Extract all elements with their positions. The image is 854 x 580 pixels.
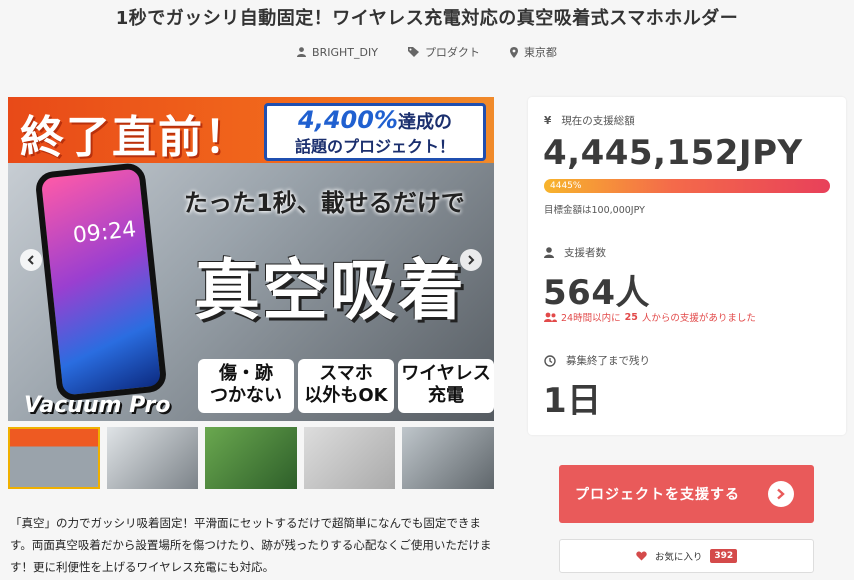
- user-icon: [297, 47, 307, 57]
- stats-panel: ¥ 現在の支援総額 4,445,152JPY 4445% 目標金額は100,00…: [528, 97, 846, 435]
- product-name: Vacuum Pro: [24, 393, 171, 418]
- progress-text: 4445%: [550, 181, 582, 191]
- remaining-label: 募集終了まで残り: [566, 355, 650, 367]
- meta-location[interactable]: 東京都: [509, 44, 557, 60]
- badge-number: 4,400%: [298, 106, 398, 134]
- favorite-count-badge: 392: [710, 549, 738, 563]
- total-label: 現在の支援総額: [561, 115, 635, 127]
- users-icon: [544, 312, 557, 322]
- goal-text: 目標金額は100,000JPY: [544, 205, 645, 216]
- progress-bar: 4445%: [544, 179, 830, 193]
- support-button-label: プロジェクトを支援する: [575, 487, 740, 503]
- total-label-row: ¥ 現在の支援総額: [544, 113, 635, 128]
- hero-image[interactable]: 終了直前！ 4,400%達成の 話題のプロジェクト！ 09:24 たった1秒、載…: [8, 97, 494, 421]
- thumbnail-4[interactable]: [303, 427, 396, 489]
- feature-box-1: 傷・跡 つかない: [198, 359, 294, 413]
- remaining-label-row: 募集終了まで残り: [544, 353, 650, 368]
- backers-label-row: 支援者数: [544, 245, 606, 260]
- thumbnail-strip: [8, 427, 494, 489]
- support-project-button[interactable]: プロジェクトを支援する: [559, 465, 814, 523]
- project-meta: BRIGHT_DIY プロダクト 東京都: [0, 44, 854, 60]
- meta-category[interactable]: プロダクト: [407, 44, 480, 60]
- hero-subtitle: たった1秒、載せるだけで: [184, 189, 465, 217]
- thumbnail-3[interactable]: [205, 427, 297, 489]
- backers-value: 564人: [543, 273, 650, 313]
- yen-icon: ¥: [544, 114, 552, 127]
- recent-count: 25: [624, 311, 638, 323]
- badge-suffix: 達成の: [397, 112, 452, 133]
- hero-main-text: 真空吸着: [194, 252, 466, 329]
- thumbnail-5[interactable]: [402, 427, 494, 489]
- favorite-label: お気に入り: [654, 552, 703, 563]
- user-icon: [544, 247, 554, 258]
- thumbnail-1[interactable]: [8, 427, 100, 489]
- arrow-right-circle-icon: [768, 481, 794, 507]
- remaining-value: 1日: [543, 381, 602, 421]
- hero-title: 終了直前！: [20, 112, 250, 163]
- hero-badge: 4,400%達成の 話題のプロジェクト！: [264, 103, 486, 161]
- chevron-right-icon: [468, 255, 475, 265]
- feature-box-2: スマホ 以外もOK: [298, 359, 394, 413]
- tag-icon: [407, 47, 419, 57]
- feature-box-3: ワイヤレス 充電: [398, 359, 494, 413]
- meta-category-label: プロダクト: [424, 46, 480, 59]
- backers-label: 支援者数: [564, 247, 606, 259]
- clock-icon: [544, 354, 556, 367]
- carousel-prev-button[interactable]: [20, 249, 42, 271]
- carousel-next-button[interactable]: [460, 249, 482, 271]
- hero-banner: 終了直前！ 4,400%達成の 話題のプロジェクト！: [8, 97, 494, 163]
- recent-backers: 24時間以内に 25 人からの支援がありました: [544, 310, 756, 324]
- meta-location-label: 東京都: [523, 46, 557, 59]
- location-pin-icon: [509, 46, 518, 58]
- thumbnail-2[interactable]: [106, 427, 199, 489]
- project-description: 「真空」の力でガッシリ吸着固定！平滑面にセットするだけで超簡単になんでも固定でき…: [10, 516, 492, 574]
- heart-icon: [636, 551, 647, 561]
- favorite-button[interactable]: お気に入り 392: [559, 539, 814, 573]
- badge-sub: 話題のプロジェクト！: [294, 137, 455, 156]
- recent-suffix: 人からの支援がありました: [641, 313, 756, 324]
- total-value: 4,445,152JPY: [543, 133, 803, 173]
- meta-author-label: BRIGHT_DIY: [312, 45, 378, 59]
- recent-prefix: 24時間以内に: [561, 313, 621, 324]
- meta-author[interactable]: BRIGHT_DIY: [297, 44, 378, 60]
- phone-time: 09:24: [71, 217, 138, 249]
- page-title: 1秒でガッシリ自動固定！ワイヤレス充電対応の真空吸着式スマホホルダー: [115, 8, 739, 29]
- chevron-left-icon: [27, 255, 34, 265]
